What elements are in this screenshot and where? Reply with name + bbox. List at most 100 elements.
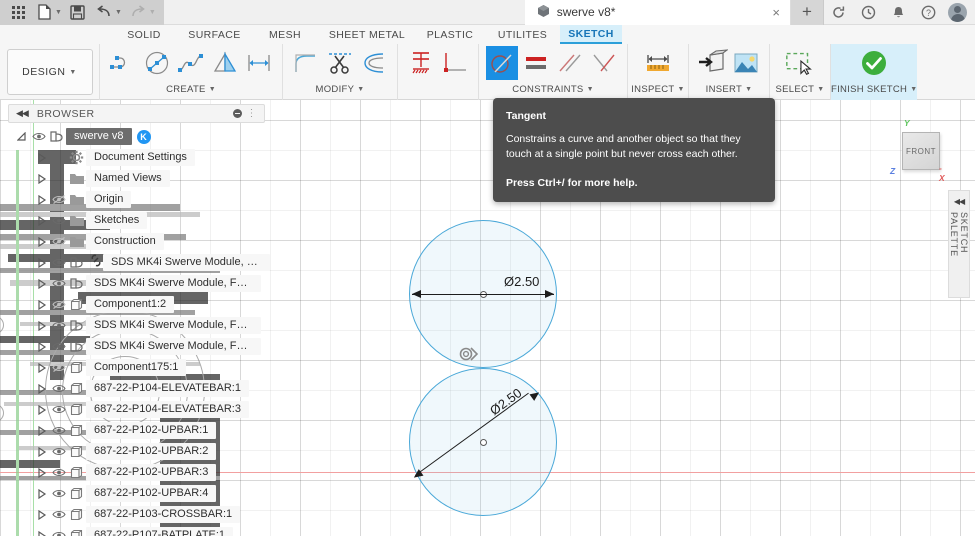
include-geometry-icon[interactable] <box>439 46 471 80</box>
visibility-eye-icon[interactable] <box>50 425 67 436</box>
visibility-eye-icon[interactable] <box>50 446 67 457</box>
tree-row[interactable]: 687-22-P104-ELEVATEBAR:1 <box>8 378 270 399</box>
panel-finish-sketch-label[interactable]: FINISH SKETCH ▼ <box>831 82 917 96</box>
equal-constraint-icon[interactable] <box>520 46 552 80</box>
tree-row[interactable]: SDS MK4i Swerve Module, Falcons... <box>8 336 270 357</box>
visibility-eye-icon[interactable] <box>50 509 67 520</box>
job-status-icon[interactable] <box>854 0 882 25</box>
tree-row[interactable]: SDS MK4i Swerve Module, Fa... <box>8 252 270 273</box>
fillet-tool-icon[interactable] <box>290 46 322 80</box>
expand-triangle-icon[interactable] <box>36 404 47 415</box>
tree-item-label[interactable]: 687-22-P104-ELEVATEBAR:3 <box>86 401 249 418</box>
tree-item-label[interactable]: SDS MK4i Swerve Module, Falcons... <box>86 317 261 334</box>
visibility-eye-off-icon[interactable] <box>50 362 67 373</box>
account-avatar[interactable] <box>948 2 967 22</box>
tree-item-label[interactable]: SDS MK4i Swerve Module, Fa... <box>103 254 270 271</box>
select-tool-icon[interactable] <box>784 46 816 80</box>
expand-triangle-icon[interactable] <box>36 383 47 394</box>
expand-triangle-icon[interactable] <box>36 299 47 310</box>
expand-triangle-icon[interactable] <box>36 215 47 226</box>
tab-sketch[interactable]: SKETCH <box>560 25 622 44</box>
tree-row[interactable]: 687-22-P103-CROSSBAR:1 <box>8 504 270 525</box>
tree-row[interactable]: 687-22-P102-UPBAR:1 <box>8 420 270 441</box>
expand-triangle-icon[interactable] <box>36 194 47 205</box>
tree-root-label[interactable]: swerve v8 <box>66 128 132 145</box>
visibility-eye-icon[interactable] <box>50 404 67 415</box>
refresh-icon[interactable] <box>824 0 852 25</box>
browser-resize-handle[interactable]: ⋮ <box>247 108 258 119</box>
tab-plastic[interactable]: PLASTIC <box>415 25 485 44</box>
tree-item-label[interactable]: 687-22-P102-UPBAR:2 <box>86 443 217 460</box>
visibility-eye-icon[interactable] <box>50 530 67 536</box>
new-file-caret-icon[interactable]: ▼ <box>55 9 62 16</box>
tab-sheet-metal[interactable]: SHEET METAL <box>319 25 415 44</box>
expand-triangle-icon[interactable] <box>36 488 47 499</box>
visibility-eye-off-icon[interactable] <box>50 194 67 205</box>
panel-select-label[interactable]: SELECT ▼ <box>776 82 825 96</box>
tangent-constraint-icon[interactable] <box>486 46 518 80</box>
save-icon[interactable] <box>66 2 90 23</box>
circle-center-point-bottom[interactable] <box>479 438 487 446</box>
tree-item-label[interactable]: Origin <box>86 191 132 208</box>
expand-triangle-icon[interactable] <box>36 173 47 184</box>
expand-triangle-icon[interactable] <box>16 131 27 142</box>
undo-caret-icon[interactable]: ▼ <box>115 9 122 16</box>
root-status-badge[interactable]: K <box>136 129 151 144</box>
expand-triangle-icon[interactable] <box>36 530 47 536</box>
tree-row[interactable]: 687-22-P104-ELEVATEBAR:3 <box>8 399 270 420</box>
tree-item-label[interactable]: Component175:1 <box>86 359 187 376</box>
visibility-eye-off-icon[interactable] <box>50 236 67 247</box>
tree-row[interactable]: Origin <box>8 189 270 210</box>
project-tool-icon[interactable] <box>405 46 437 80</box>
expand-triangle-icon[interactable] <box>36 446 47 457</box>
tab-solid[interactable]: SOLID <box>110 25 178 44</box>
document-tab[interactable]: swerve v8* × <box>524 0 791 25</box>
redo-caret-icon[interactable]: ▼ <box>149 9 156 16</box>
expand-triangle-icon[interactable] <box>36 362 47 373</box>
tree-row-root[interactable]: swerve v8 K <box>8 126 270 147</box>
visibility-eye-off-icon[interactable] <box>50 299 67 310</box>
tree-row[interactable]: Component1:2 <box>8 294 270 315</box>
visibility-eye-icon[interactable] <box>50 257 67 268</box>
tab-surface[interactable]: SURFACE <box>178 25 251 44</box>
tree-row[interactable]: SDS MK4i Swerve Module, Falcons... <box>8 273 270 294</box>
tab-mesh[interactable]: MESH <box>251 25 319 44</box>
redo-icon[interactable] <box>126 2 150 23</box>
sketch-palette-collapse-icon[interactable]: ◀◀ <box>954 197 965 206</box>
tree-item-label[interactable]: Component1:2 <box>86 296 175 313</box>
line-tool-icon[interactable] <box>107 46 139 80</box>
tree-item-label[interactable]: Named Views <box>86 170 170 187</box>
tree-item-label[interactable]: Construction <box>86 233 164 250</box>
mirror-tool-icon[interactable] <box>209 46 241 80</box>
notifications-icon[interactable] <box>884 0 912 25</box>
insert-canvas-icon[interactable] <box>730 46 762 80</box>
finish-sketch-check-icon[interactable] <box>858 46 890 80</box>
panel-inspect-label[interactable]: INSPECT ▼ <box>631 82 685 96</box>
tree-item-label[interactable]: 687-22-P102-UPBAR:3 <box>86 464 217 481</box>
expand-triangle-icon[interactable] <box>36 467 47 478</box>
visibility-eye-icon[interactable] <box>50 341 67 352</box>
expand-triangle-icon[interactable] <box>36 320 47 331</box>
panel-create-label[interactable]: CREATE ▼ <box>166 82 216 96</box>
spline-tool-icon[interactable] <box>175 46 207 80</box>
visibility-eye-icon[interactable] <box>50 383 67 394</box>
tree-item-label[interactable]: 687-22-P102-UPBAR:4 <box>86 485 217 502</box>
tree-item-label[interactable]: Sketches <box>86 212 148 229</box>
circle-tool-icon[interactable] <box>141 46 173 80</box>
tree-item-label[interactable]: SDS MK4i Swerve Module, Falcons... <box>86 275 261 292</box>
tree-item-label[interactable]: 687-22-P103-CROSSBAR:1 <box>86 506 241 523</box>
tree-row[interactable]: 687-22-P102-UPBAR:3 <box>8 462 270 483</box>
tree-row[interactable]: 687-22-P107-BATPLATE:1 <box>8 525 270 536</box>
tree-row[interactable]: Construction <box>8 231 270 252</box>
tree-item-label[interactable]: 687-22-P102-UPBAR:1 <box>86 422 217 439</box>
tree-row[interactable]: Document Settings <box>8 147 270 168</box>
parallel-constraint-icon[interactable] <box>554 46 586 80</box>
view-cube-front-face[interactable]: FRONT <box>902 132 940 170</box>
visibility-eye-icon[interactable] <box>50 320 67 331</box>
panel-insert-label[interactable]: INSERT ▼ <box>706 82 753 96</box>
tree-row[interactable]: Named Views <box>8 168 270 189</box>
app-grid-icon[interactable] <box>6 2 30 23</box>
view-cube[interactable]: FRONT Y Z -X <box>890 118 945 183</box>
expand-triangle-icon[interactable] <box>36 425 47 436</box>
tree-item-label[interactable]: SDS MK4i Swerve Module, Falcons... <box>86 338 261 355</box>
